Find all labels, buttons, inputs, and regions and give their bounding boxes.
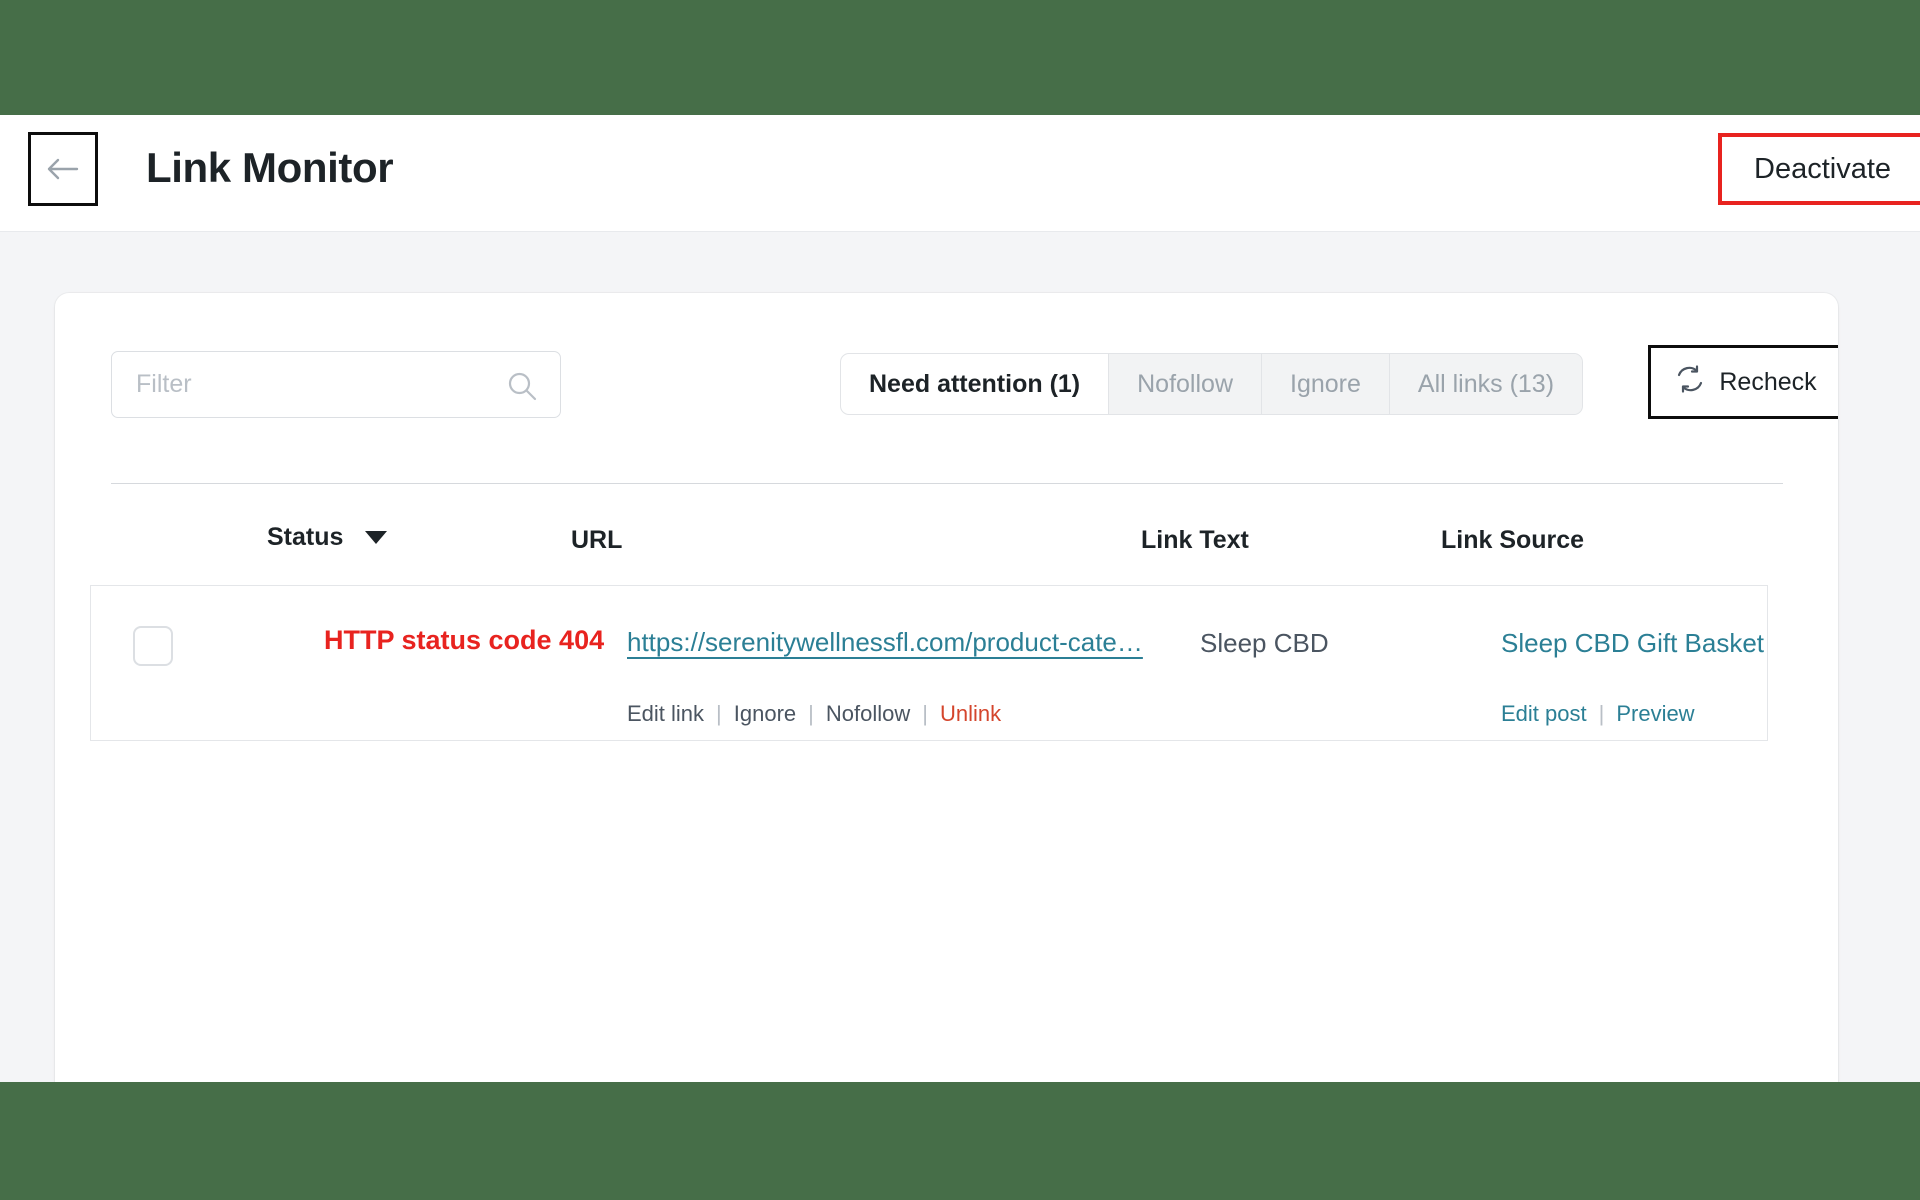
app-screen: Link Monitor Deactivate Need attention (… xyxy=(0,0,1920,1200)
tab-all-links[interactable]: All links (13) xyxy=(1389,354,1583,414)
toolbar-divider xyxy=(111,483,1783,484)
table-row: HTTP status code 404 https://serenitywel… xyxy=(90,585,1768,741)
deactivate-button[interactable]: Deactivate xyxy=(1718,133,1920,205)
column-header-status-label: Status xyxy=(267,523,344,551)
recheck-button-label: Recheck xyxy=(1719,367,1817,396)
link-source-link[interactable]: Sleep CBD Gift Basket xyxy=(1501,628,1764,659)
nofollow-action[interactable]: Nofollow xyxy=(826,701,910,727)
filter-field[interactable] xyxy=(111,351,561,418)
action-separator: | xyxy=(808,701,814,726)
search-icon[interactable] xyxy=(506,370,538,402)
row-actions-url: Edit link | Ignore | Nofollow | Unlink xyxy=(627,701,1001,727)
links-table: Status URL Link Text Link Source HTTP st… xyxy=(55,498,1838,741)
page-title: Link Monitor xyxy=(146,144,394,191)
preview-action[interactable]: Preview xyxy=(1616,701,1694,727)
table-header-row: Status URL Link Text Link Source xyxy=(55,498,1838,573)
tab-ignore[interactable]: Ignore xyxy=(1262,354,1390,414)
row-checkbox[interactable] xyxy=(133,626,173,666)
row-actions-source: Edit post | Preview xyxy=(1501,701,1695,727)
chevron-down-icon[interactable] xyxy=(365,531,388,544)
tab-need-attention[interactable]: Need attention (1) xyxy=(841,354,1110,414)
column-header-link-text[interactable]: Link Text xyxy=(1141,526,1249,555)
action-separator: | xyxy=(922,701,928,726)
edit-link-action[interactable]: Edit link xyxy=(627,701,704,727)
unlink-action[interactable]: Unlink xyxy=(940,701,1001,727)
status-badge: HTTP status code 404 xyxy=(324,625,605,655)
link-monitor-card: Need attention (1) Nofollow Ignore All l… xyxy=(55,293,1838,1113)
refresh-icon xyxy=(1675,364,1705,401)
column-header-status[interactable]: Status xyxy=(267,523,388,552)
url-link[interactable]: https://serenitywellnessfl.com/product-c… xyxy=(627,627,1143,658)
filter-tabs[interactable]: Need attention (1) Nofollow Ignore All l… xyxy=(840,353,1584,415)
tab-nofollow[interactable]: Nofollow xyxy=(1109,354,1262,414)
browser-chrome-bottom xyxy=(0,1082,1920,1200)
link-text-value: Sleep CBD xyxy=(1200,628,1329,658)
ignore-action[interactable]: Ignore xyxy=(734,701,796,727)
column-header-url[interactable]: URL xyxy=(571,526,622,555)
recheck-button[interactable]: Recheck xyxy=(1648,345,1838,419)
column-header-link-source[interactable]: Link Source xyxy=(1441,526,1584,555)
card-toolbar: Need attention (1) Nofollow Ignore All l… xyxy=(55,293,1838,453)
deactivate-button-label: Deactivate xyxy=(1754,152,1892,185)
edit-post-action[interactable]: Edit post xyxy=(1501,701,1587,727)
back-button[interactable] xyxy=(28,132,98,206)
page-header: Link Monitor Deactivate xyxy=(0,115,1920,232)
arrow-left-icon xyxy=(46,156,80,182)
browser-chrome-top xyxy=(0,0,1920,115)
search-input[interactable] xyxy=(112,370,472,399)
action-separator: | xyxy=(1598,701,1605,726)
action-separator: | xyxy=(716,701,722,726)
